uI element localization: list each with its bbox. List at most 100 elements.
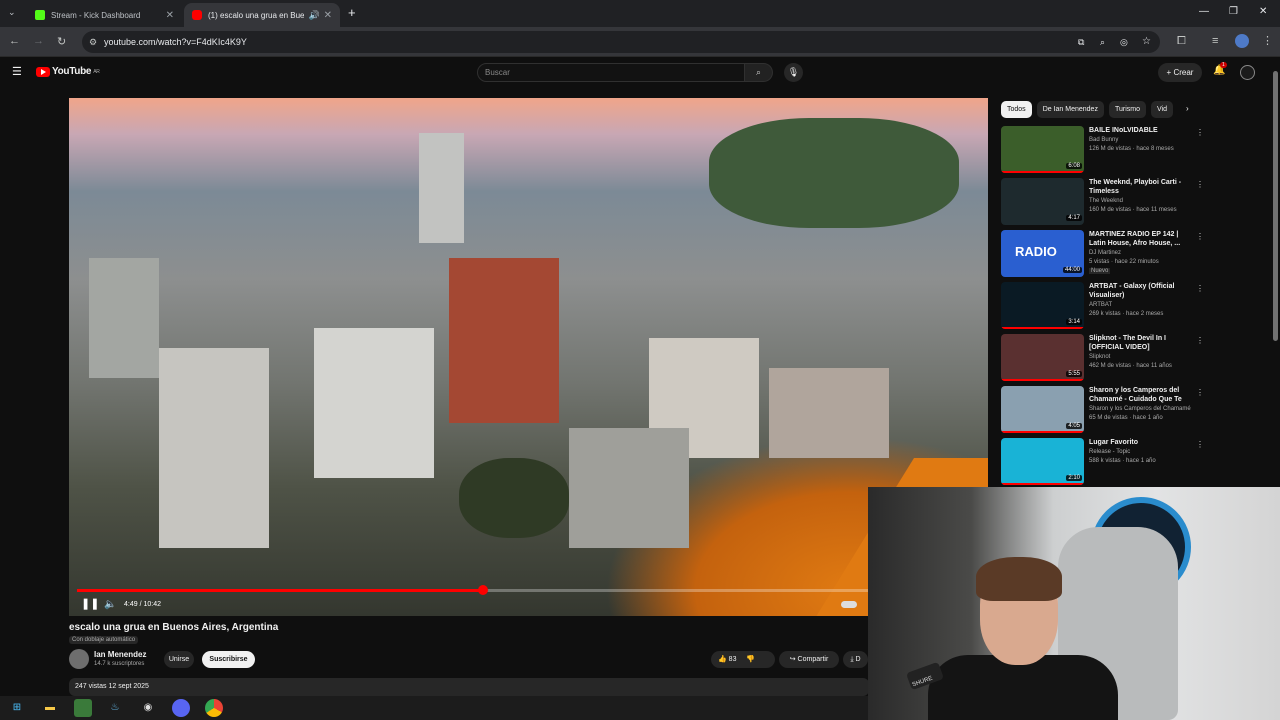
reload-icon[interactable]: ↻ (57, 35, 66, 48)
tab-youtube-video[interactable]: (1) escalo una grua en Buen 🔊 ✕ (184, 3, 340, 27)
video-thumbnail[interactable]: RADIO 44:00 (1001, 230, 1084, 277)
forward-icon[interactable]: → (33, 35, 44, 47)
more-options-icon[interactable]: ⋮ (1196, 128, 1204, 137)
account-avatar[interactable] (1240, 65, 1255, 80)
pause-icon[interactable]: ❚❚ (81, 597, 99, 610)
channel-name[interactable]: Ian Menendez (94, 650, 146, 659)
filter-chip[interactable]: Todos (1001, 101, 1032, 118)
recommended-channel[interactable]: DJ Martinez (1089, 250, 1121, 256)
minecraft-icon[interactable] (74, 699, 92, 717)
search-button[interactable]: ⌕ (745, 63, 773, 82)
back-icon[interactable]: ← (9, 35, 20, 47)
recommended-channel[interactable]: Sharon y los Camperos del Chamamé (1089, 406, 1191, 412)
recommended-video[interactable]: 6:08 BAILE INoLVIDABLE Bad Bunny 126 M de v… (1001, 126, 1204, 176)
download-button[interactable]: ⤓ D (843, 651, 868, 668)
audio-playing-icon[interactable]: 🔊 (309, 10, 320, 21)
video-thumbnail[interactable]: 4:17 (1001, 178, 1084, 225)
subscriber-count: 14.7 k suscriptores (94, 661, 145, 667)
chips-next-icon[interactable]: › (1186, 104, 1189, 113)
video-progress-bar[interactable] (77, 585, 980, 595)
url-text: youtube.com/watch?v=F4dKIc4K9Y (104, 37, 247, 47)
recommended-title[interactable]: The Weeknd, Playboi Carti - Timeless (1089, 178, 1189, 196)
tab-search-icon[interactable]: ⌄ (8, 7, 16, 18)
youtube-logo[interactable]: YouTube AR (36, 66, 100, 77)
scrollbar-thumb[interactable] (1273, 71, 1278, 341)
close-tab-icon[interactable]: ✕ (324, 10, 332, 21)
zoom-icon[interactable]: ⌕ (1100, 31, 1105, 53)
create-button[interactable]: + Crear (1158, 63, 1202, 82)
chrome-icon[interactable] (205, 699, 223, 717)
recommended-title[interactable]: MARTINEZ RADIO EP 142 | Latin House, Afr… (1089, 230, 1189, 248)
more-options-icon[interactable]: ⋮ (1196, 232, 1204, 241)
hamburger-menu-icon[interactable]: ☰ (12, 65, 22, 78)
extensions-icon[interactable]: ⧠ (1177, 35, 1186, 48)
obs-icon[interactable]: ◉ (139, 699, 157, 717)
profile-avatar-icon[interactable] (1235, 34, 1249, 48)
volume-icon[interactable]: 🔈 (104, 599, 116, 610)
join-button[interactable]: Unirse (164, 651, 194, 668)
more-options-icon[interactable]: ⋮ (1196, 284, 1204, 293)
recommended-title[interactable]: Lugar Favorito (1089, 438, 1189, 447)
filter-chip[interactable]: Turismo (1108, 101, 1146, 118)
chrome-menu-icon[interactable]: ⋮ (1262, 34, 1273, 47)
more-options-icon[interactable]: ⋮ (1196, 388, 1204, 397)
search-input[interactable]: Buscar (477, 63, 745, 82)
steam-icon[interactable]: ♨ (106, 699, 124, 717)
close-window-icon[interactable]: ✕ (1259, 6, 1267, 17)
close-tab-icon[interactable]: ✕ (166, 10, 174, 21)
browser-tab-strip: ⌄ Stream - Kick Dashboard ✕ (1) escalo u… (0, 0, 1280, 27)
filter-chip[interactable]: De Ian Menendez (1036, 101, 1104, 118)
bookmark-star-icon[interactable]: ☆ (1142, 31, 1151, 53)
new-tab-icon[interactable]: + (348, 5, 356, 20)
recommended-video[interactable]: RADIO 44:00 MARTINEZ RADIO EP 142 | Latin … (1001, 230, 1204, 280)
share-button[interactable]: ↪ Compartir (779, 651, 839, 668)
address-bar[interactable]: ⚙ youtube.com/watch?v=F4dKIc4K9Y ⧉ ⌕ ◎ ☆ (82, 31, 1160, 53)
reading-list-icon[interactable]: ≡ (1212, 35, 1218, 47)
recommended-channel[interactable]: Release - Topic (1089, 449, 1130, 455)
video-thumbnail[interactable]: 4:05 (1001, 386, 1084, 433)
autoplay-toggle[interactable] (841, 601, 857, 608)
recommended-title[interactable]: Slipknot - The Devil In I [OFFICIAL VIDE… (1089, 334, 1189, 352)
more-options-icon[interactable]: ⋮ (1196, 336, 1204, 345)
views-and-date: 247 vistas 12 sept 2025 (75, 683, 149, 690)
page-scrollbar[interactable] (1271, 57, 1280, 487)
site-info-icon[interactable]: ⚙ (89, 31, 97, 53)
recommended-video[interactable]: 5:55 Slipknot - The Devil In I [OFFICIAL … (1001, 334, 1204, 384)
restore-icon[interactable]: ❐ (1229, 6, 1238, 17)
video-thumbnail[interactable]: 5:55 (1001, 334, 1084, 381)
video-player[interactable]: ❚❚ 🔈 4:49 / 10:42 (69, 98, 988, 616)
red-brick-tower-shape (449, 258, 559, 423)
file-explorer-icon[interactable]: ▬ (41, 699, 59, 717)
filter-chip[interactable]: Vid (1150, 101, 1173, 118)
progress-scrubber[interactable] (478, 585, 489, 595)
recommended-title[interactable]: ARTBAT - Galaxy (Official Visualiser) (1089, 282, 1189, 300)
recommended-video[interactable]: 4:17 The Weeknd, Playboi Carti - Timeless… (1001, 178, 1204, 228)
recommended-channel[interactable]: ARTBAT (1089, 302, 1112, 308)
cast-icon[interactable]: ⧉ (1078, 31, 1084, 53)
subscribe-button[interactable]: Suscribirse (202, 651, 255, 668)
channel-avatar[interactable] (69, 649, 89, 669)
thumbs-down-icon[interactable]: 👎 (746, 656, 755, 663)
recommended-video[interactable]: 2:10 Lugar Favorito Release - Topic 588 k v… (1001, 438, 1204, 488)
tracking-protection-icon[interactable]: ◎ (1120, 31, 1128, 53)
video-thumbnail[interactable]: 2:10 (1001, 438, 1084, 485)
tab-kick-dashboard[interactable]: Stream - Kick Dashboard ✕ (27, 3, 182, 27)
recommended-channel[interactable]: The Weeknd (1089, 198, 1123, 204)
like-dislike-button[interactable]: 👍 83 👎 (711, 651, 775, 668)
minimize-icon[interactable]: — (1199, 6, 1209, 17)
discord-icon[interactable] (172, 699, 190, 717)
video-thumbnail[interactable]: 6:08 (1001, 126, 1084, 173)
recommended-video[interactable]: 3:14 ARTBAT - Galaxy (Official Visualiser… (1001, 282, 1204, 332)
webcam-overlay: SHURE (868, 487, 1280, 720)
voice-search-button[interactable]: 🎙 (784, 63, 803, 82)
recommended-channel[interactable]: Slipknot (1089, 354, 1110, 360)
description-box[interactable]: 247 vistas 12 sept 2025 (69, 678, 869, 696)
recommended-title[interactable]: Sharon y los Camperos del Chamamé - Cuid… (1089, 386, 1189, 404)
recommended-title[interactable]: BAILE INoLVIDABLE (1089, 126, 1189, 135)
windows-start-icon[interactable]: ⊞ (8, 699, 26, 717)
more-options-icon[interactable]: ⋮ (1196, 180, 1204, 189)
more-options-icon[interactable]: ⋮ (1196, 440, 1204, 449)
video-thumbnail[interactable]: 3:14 (1001, 282, 1084, 329)
recommended-channel[interactable]: Bad Bunny (1089, 137, 1118, 143)
recommended-video[interactable]: 4:05 Sharon y los Camperos del Chamamé - … (1001, 386, 1204, 436)
